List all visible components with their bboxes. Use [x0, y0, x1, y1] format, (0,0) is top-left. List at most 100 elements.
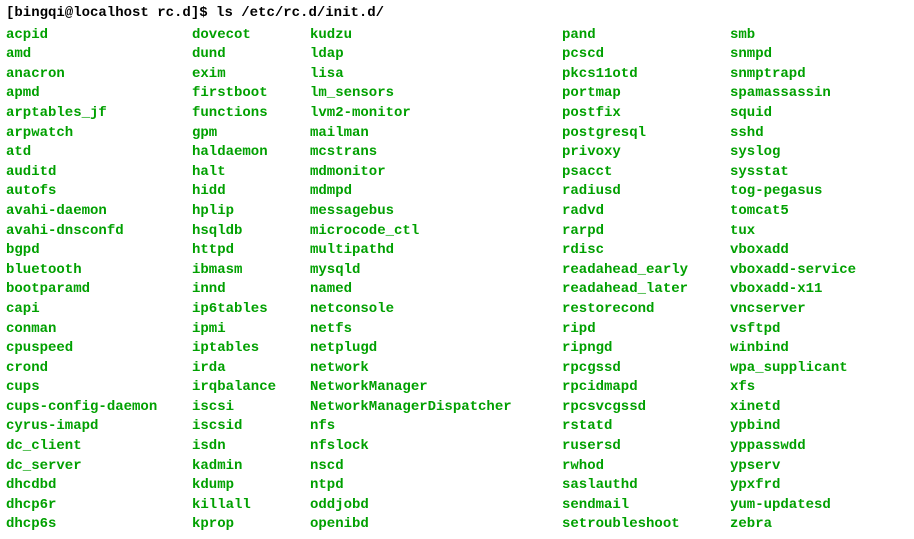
file-entry: yum-updatesd: [730, 496, 890, 516]
file-entry: conman: [6, 320, 192, 340]
file-entry: vsftpd: [730, 320, 890, 340]
file-entry: mcstrans: [310, 143, 562, 163]
file-entry: sendmail: [562, 496, 730, 516]
file-entry: innd: [192, 280, 310, 300]
ls-column-3: kudzuldaplisalm_sensorslvm2-monitormailm…: [310, 26, 562, 535]
file-entry: netplugd: [310, 339, 562, 359]
file-entry: ibmasm: [192, 261, 310, 281]
file-entry: ypserv: [730, 457, 890, 477]
file-entry: lisa: [310, 65, 562, 85]
file-entry: oddjobd: [310, 496, 562, 516]
ls-column-4: pandpcscdpkcs11otdportmappostfixpostgres…: [562, 26, 730, 535]
file-entry: openibd: [310, 515, 562, 535]
file-entry: vboxadd-x11: [730, 280, 890, 300]
file-entry: netfs: [310, 320, 562, 340]
file-entry: nscd: [310, 457, 562, 477]
file-entry: ypbind: [730, 417, 890, 437]
file-entry: arpwatch: [6, 124, 192, 144]
file-entry: privoxy: [562, 143, 730, 163]
file-entry: kprop: [192, 515, 310, 535]
file-entry: radiusd: [562, 182, 730, 202]
file-entry: setroubleshoot: [562, 515, 730, 535]
file-entry: psacct: [562, 163, 730, 183]
file-entry: hidd: [192, 182, 310, 202]
file-entry: rwhod: [562, 457, 730, 477]
file-entry: rarpd: [562, 222, 730, 242]
file-entry: cyrus-imapd: [6, 417, 192, 437]
file-entry: hplip: [192, 202, 310, 222]
ls-column-2: dovecotdundeximfirstbootfunctionsgpmhald…: [192, 26, 310, 535]
file-entry: acpid: [6, 26, 192, 46]
file-entry: ip6tables: [192, 300, 310, 320]
file-entry: gpm: [192, 124, 310, 144]
file-entry: cups: [6, 378, 192, 398]
file-entry: halt: [192, 163, 310, 183]
file-entry: tog-pegasus: [730, 182, 890, 202]
file-entry: pand: [562, 26, 730, 46]
terminal-prompt-line: [bingqi@localhost rc.d]$ ls /etc/rc.d/in…: [6, 4, 908, 24]
file-entry: hsqldb: [192, 222, 310, 242]
file-entry: kdump: [192, 476, 310, 496]
file-entry: squid: [730, 104, 890, 124]
file-entry: mdmonitor: [310, 163, 562, 183]
file-entry: vncserver: [730, 300, 890, 320]
file-entry: dc_client: [6, 437, 192, 457]
file-entry: readahead_later: [562, 280, 730, 300]
file-entry: rpcidmapd: [562, 378, 730, 398]
file-entry: kadmin: [192, 457, 310, 477]
file-entry: kudzu: [310, 26, 562, 46]
file-entry: avahi-daemon: [6, 202, 192, 222]
file-entry: radvd: [562, 202, 730, 222]
file-entry: vboxadd-service: [730, 261, 890, 281]
file-entry: postfix: [562, 104, 730, 124]
file-entry: irda: [192, 359, 310, 379]
file-entry: rdisc: [562, 241, 730, 261]
file-entry: tux: [730, 222, 890, 242]
file-entry: restorecond: [562, 300, 730, 320]
file-entry: yppasswdd: [730, 437, 890, 457]
file-entry: rstatd: [562, 417, 730, 437]
ls-output: acpidamdanacronapmdarptables_jfarpwatcha…: [6, 26, 908, 535]
file-entry: rpcgssd: [562, 359, 730, 379]
file-entry: bluetooth: [6, 261, 192, 281]
file-entry: bgpd: [6, 241, 192, 261]
file-entry: postgresql: [562, 124, 730, 144]
file-entry: nfslock: [310, 437, 562, 457]
file-entry: zebra: [730, 515, 890, 535]
file-entry: cups-config-daemon: [6, 398, 192, 418]
file-entry: xinetd: [730, 398, 890, 418]
file-entry: iptables: [192, 339, 310, 359]
file-entry: crond: [6, 359, 192, 379]
file-entry: isdn: [192, 437, 310, 457]
file-entry: bootparamd: [6, 280, 192, 300]
file-entry: sshd: [730, 124, 890, 144]
file-entry: xfs: [730, 378, 890, 398]
prompt-command: ls /etc/rc.d/init.d/: [216, 5, 384, 21]
file-entry: messagebus: [310, 202, 562, 222]
file-entry: dhcp6r: [6, 496, 192, 516]
file-entry: dhcdbd: [6, 476, 192, 496]
file-entry: dovecot: [192, 26, 310, 46]
file-entry: mailman: [310, 124, 562, 144]
file-entry: dund: [192, 45, 310, 65]
file-entry: arptables_jf: [6, 104, 192, 124]
file-entry: exim: [192, 65, 310, 85]
file-entry: microcode_ctl: [310, 222, 562, 242]
file-entry: amd: [6, 45, 192, 65]
file-entry: wpa_supplicant: [730, 359, 890, 379]
file-entry: ripngd: [562, 339, 730, 359]
file-entry: irqbalance: [192, 378, 310, 398]
file-entry: saslauthd: [562, 476, 730, 496]
file-entry: ldap: [310, 45, 562, 65]
file-entry: sysstat: [730, 163, 890, 183]
file-entry: named: [310, 280, 562, 300]
file-entry: dc_server: [6, 457, 192, 477]
file-entry: httpd: [192, 241, 310, 261]
file-entry: lvm2-monitor: [310, 104, 562, 124]
file-entry: iscsid: [192, 417, 310, 437]
file-entry: lm_sensors: [310, 84, 562, 104]
file-entry: iscsi: [192, 398, 310, 418]
file-entry: apmd: [6, 84, 192, 104]
file-entry: spamassassin: [730, 84, 890, 104]
file-entry: auditd: [6, 163, 192, 183]
